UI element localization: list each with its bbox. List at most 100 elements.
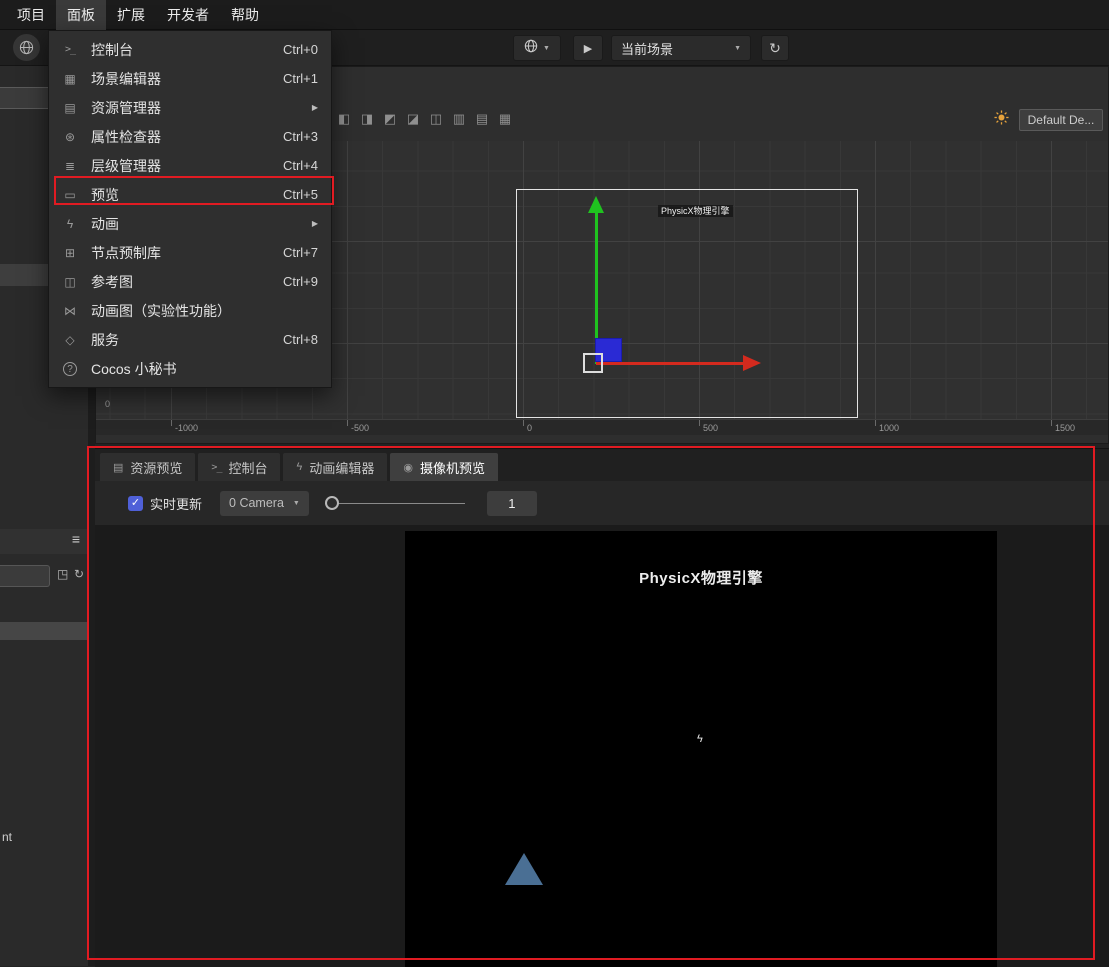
ruler-label: 1500 [1055, 423, 1076, 433]
ruler-tick [1051, 420, 1052, 426]
console-icon: >_ [211, 461, 222, 473]
left-selected-row[interactable] [0, 622, 88, 640]
align-top-icon[interactable]: ◪ [405, 111, 421, 127]
ruler-tick [171, 420, 172, 426]
chevron-down-icon: ▼ [543, 44, 550, 52]
light-icon[interactable] [994, 110, 1009, 130]
expand-icon[interactable]: ◳ [57, 567, 68, 581]
assets-icon: ▤ [64, 100, 76, 115]
vertical-ruler-origin: 0 [105, 399, 111, 409]
realtime-update-checkbox[interactable]: ✓ [128, 495, 143, 511]
align-h-center-icon[interactable]: ◨ [359, 111, 375, 127]
gizmo-x-axis[interactable] [596, 362, 743, 365]
scene-toolbar-right: Default De... [994, 109, 1103, 131]
left-filter-input[interactable] [0, 565, 50, 587]
reset-icon[interactable]: ↻ [74, 567, 84, 581]
align-right-icon[interactable]: ◩ [382, 111, 398, 127]
folder-icon: ▤ [113, 461, 124, 474]
menu-item-service[interactable]: ◇ 服务 Ctrl+8 [49, 325, 331, 354]
animation-graph-icon: ⋈ [64, 303, 76, 318]
browser-globe-icon [524, 39, 538, 58]
menu-item-label: 节点预制库 [91, 244, 161, 261]
refresh-button[interactable]: ↻ [761, 35, 789, 61]
play-button[interactable]: ▶ [573, 35, 603, 61]
scale-value-input[interactable] [486, 490, 537, 516]
selected-node-outline[interactable] [583, 353, 603, 373]
menu-item-console[interactable]: >_ 控制台 Ctrl+0 [49, 35, 331, 64]
menu-item-label: 参考图 [91, 273, 133, 290]
menu-item-reference-image[interactable]: ◫ 参考图 Ctrl+9 [49, 267, 331, 296]
scale-slider[interactable] [324, 495, 465, 511]
ruler-label: 500 [703, 423, 719, 433]
align-v-center-icon[interactable]: ◫ [428, 111, 444, 127]
menu-item-shortcut: Ctrl+9 [282, 274, 318, 289]
camera-select-dropdown[interactable]: 0 Camera ▼ [220, 490, 309, 516]
inspector-icon: ⊛ [64, 129, 76, 144]
tab-label: 动画编辑器 [309, 460, 375, 476]
bottom-tabbar: ▤ 资源预览 >_ 控制台 ϟ 动画编辑器 ◉ 摄像机预览 [95, 449, 1109, 481]
scene-select-dropdown[interactable]: 当前场景 ▼ [611, 35, 751, 61]
node-library-icon: ⊞ [64, 245, 76, 260]
animation-editor-icon: ϟ [296, 461, 303, 473]
tab-camera-preview[interactable]: ◉ 摄像机预览 [390, 453, 498, 481]
tab-label: 控制台 [228, 460, 268, 476]
ruler-tick [699, 420, 700, 426]
menu-item-shortcut: Ctrl+5 [282, 187, 318, 202]
menu-item-shortcut: Ctrl+0 [282, 42, 318, 57]
slider-knob[interactable] [324, 496, 339, 510]
globe-button[interactable] [13, 34, 40, 61]
preview-target-dropdown[interactable]: ▼ [513, 35, 561, 61]
chevron-down-icon: ▼ [292, 499, 300, 507]
ruler-tick [347, 420, 348, 426]
menu-item-assets[interactable]: ▤ 资源管理器 ▶ [49, 93, 331, 122]
menu-developer[interactable]: 开发者 [156, 0, 220, 30]
preview-icon: ▭ [64, 187, 76, 202]
menu-item-animation[interactable]: ϟ 动画 ▶ [49, 209, 331, 238]
animation-icon: ϟ [66, 216, 74, 231]
panel-dropdown-menu: >_ 控制台 Ctrl+0 ▦ 场景编辑器 Ctrl+1 ▤ 资源管理器 ▶ ⊛… [48, 30, 332, 388]
menubar: 项目 面板 扩展 开发者 帮助 [0, 0, 1109, 30]
ruler-label: 0 [527, 423, 533, 433]
lightning-sprite: ϟ [697, 733, 703, 745]
menu-item-label: 动画图（实验性功能） [91, 302, 231, 319]
menu-item-label: 服务 [91, 331, 119, 348]
reference-image-icon: ◫ [64, 274, 76, 289]
scene-toolbar: ◧ ◨ ◩ ◪ ◫ ▥ ▤ ▦ [336, 111, 513, 127]
menu-item-inspector[interactable]: ⊛ 属性检查器 Ctrl+3 [49, 122, 331, 151]
bottom-dock-panel: ▤ 资源预览 >_ 控制台 ϟ 动画编辑器 ◉ 摄像机预览 ✓ 实时更新 0 C… [95, 448, 1109, 967]
tab-animation-editor[interactable]: ϟ 动画编辑器 [283, 453, 388, 481]
menu-item-label: Cocos 小秘书 [91, 360, 177, 377]
menu-item-label: 场景编辑器 [91, 70, 161, 87]
menu-extension[interactable]: 扩展 [106, 0, 156, 30]
menu-item-shortcut: Ctrl+1 [282, 71, 318, 86]
tab-console[interactable]: >_ 控制台 [198, 453, 281, 481]
menu-project[interactable]: 项目 [6, 0, 56, 30]
gizmo-y-arrowhead[interactable] [588, 196, 604, 213]
camera-preview-area: PhysicX物理引擎 ϟ [95, 525, 1109, 967]
ruler-label: -500 [351, 423, 370, 433]
ruler-label: 1000 [879, 423, 900, 433]
menu-item-label: 控制台 [91, 41, 133, 58]
ruler-tick [523, 420, 524, 426]
gizmo-x-arrowhead[interactable] [743, 355, 761, 371]
ruler-tick [875, 420, 876, 426]
align-left-icon[interactable]: ◧ [336, 111, 352, 127]
distribute-h-icon[interactable]: ▤ [474, 111, 490, 127]
menu-panel[interactable]: 面板 [56, 0, 106, 30]
distribute-v-icon[interactable]: ▦ [497, 111, 513, 127]
menu-item-node-library[interactable]: ⊞ 节点预制库 Ctrl+7 [49, 238, 331, 267]
menu-item-hierarchy[interactable]: ≣ 层级管理器 Ctrl+4 [49, 151, 331, 180]
realtime-update-label: 实时更新 [150, 496, 203, 512]
menu-item-cocos-assistant[interactable]: ? Cocos 小秘书 [49, 354, 331, 383]
menu-item-scene-editor[interactable]: ▦ 场景编辑器 Ctrl+1 [49, 64, 331, 93]
menu-help[interactable]: 帮助 [220, 0, 270, 30]
align-bottom-icon[interactable]: ▥ [451, 111, 467, 127]
render-title-text: PhysicX物理引擎 [639, 570, 763, 587]
menu-item-animation-graph[interactable]: ⋈ 动画图（实验性功能） [49, 296, 331, 325]
tab-asset-preview[interactable]: ▤ 资源预览 [100, 453, 196, 481]
menu-item-preview[interactable]: ▭ 预览 Ctrl+5 [49, 180, 331, 209]
slider-track [324, 503, 465, 504]
device-select-button[interactable]: Default De... [1019, 109, 1103, 131]
menu-item-label: 资源管理器 [91, 99, 161, 116]
hamburger-icon[interactable]: ≡ [72, 531, 80, 547]
